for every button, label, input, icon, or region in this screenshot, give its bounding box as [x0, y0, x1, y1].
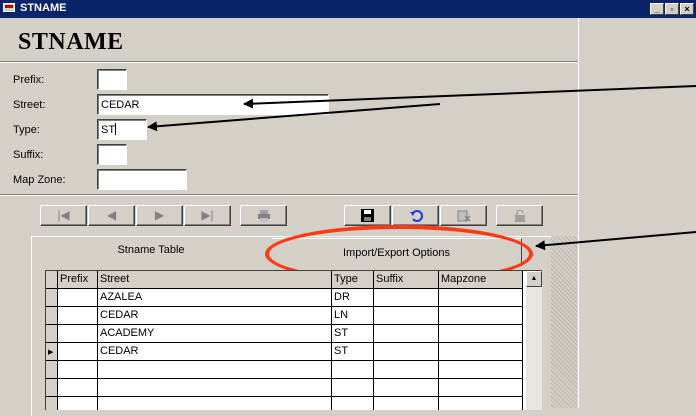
mapzone-label: Map Zone: — [13, 174, 66, 186]
column-header-suffix: Suffix — [374, 271, 439, 289]
table-cell[interactable] — [58, 379, 98, 397]
suffix-field[interactable] — [97, 144, 127, 165]
current-row-icon: ▶ — [48, 349, 54, 356]
table-cell[interactable] — [98, 397, 332, 410]
undo-icon — [409, 209, 423, 222]
lock-button[interactable] — [496, 205, 543, 226]
table-cell[interactable]: CEDAR — [98, 343, 332, 361]
table-cell[interactable]: ACADEMY — [98, 325, 332, 343]
table-cell[interactable] — [332, 397, 374, 410]
type-field[interactable]: ST — [97, 119, 147, 140]
table-cell[interactable] — [98, 379, 332, 397]
street-label: Street: — [13, 99, 46, 111]
table-cell[interactable] — [374, 307, 439, 325]
row-indicator[interactable] — [46, 289, 58, 307]
table-cell[interactable] — [58, 289, 98, 307]
app-icon — [3, 3, 15, 12]
table-cell[interactable] — [58, 307, 98, 325]
table-cell[interactable]: CEDAR — [98, 307, 332, 325]
table-cell[interactable]: AZALEA — [98, 289, 332, 307]
save-button[interactable] — [344, 205, 391, 226]
column-header-street: Street — [98, 271, 332, 289]
street-field[interactable]: CEDAR — [97, 94, 329, 115]
table-cell[interactable] — [374, 289, 439, 307]
table-cell[interactable] — [58, 343, 98, 361]
type-value: ST — [101, 124, 116, 136]
table-cell[interactable] — [439, 361, 523, 379]
column-header-type: Type — [332, 271, 374, 289]
table-cell[interactable] — [58, 361, 98, 379]
row-indicator[interactable] — [46, 361, 58, 379]
close-button[interactable]: × — [680, 3, 694, 15]
column-header-mapzone: Mapzone — [439, 271, 523, 289]
panel-edge — [578, 18, 579, 408]
table-cell[interactable] — [58, 325, 98, 343]
minimize-button[interactable]: _ — [650, 3, 664, 15]
tab-stname-table[interactable]: Stname Table — [31, 236, 271, 266]
next-record-icon: ▶ — [154, 208, 165, 222]
row-indicator[interactable] — [46, 325, 58, 343]
table-cell[interactable]: LN — [332, 307, 374, 325]
previous-record-button[interactable]: ◀ — [88, 205, 135, 226]
previous-record-icon: ◀ — [106, 208, 117, 222]
divider — [0, 194, 578, 196]
window-title: STNAME — [20, 2, 67, 14]
table-cell[interactable]: ST — [332, 325, 374, 343]
column-header-prefix: Prefix — [58, 271, 98, 289]
prefix-field[interactable] — [97, 69, 127, 90]
table-cell[interactable] — [374, 343, 439, 361]
table-cell[interactable] — [374, 361, 439, 379]
text-cursor — [115, 123, 117, 135]
row-indicator[interactable] — [46, 379, 58, 397]
first-record-button[interactable]: |◀ — [40, 205, 87, 226]
first-record-icon: |◀ — [57, 208, 70, 222]
divider — [0, 61, 578, 63]
delete-icon — [457, 210, 471, 222]
type-label: Type: — [13, 124, 40, 136]
prefix-label: Prefix: — [13, 74, 45, 86]
table-cell[interactable] — [439, 379, 523, 397]
undo-button[interactable] — [392, 205, 439, 226]
table-cell[interactable] — [374, 379, 439, 397]
last-record-button[interactable]: ▶| — [184, 205, 231, 226]
print-icon — [257, 209, 270, 222]
last-record-icon: ▶| — [201, 208, 214, 222]
table-cell[interactable] — [439, 307, 523, 325]
table-cell[interactable]: ST — [332, 343, 374, 361]
hatched-area — [551, 236, 577, 408]
suffix-label: Suffix: — [13, 149, 44, 161]
stname-table-grid[interactable]: Prefix Street Type Suffix Mapzone AZALEA DR CED… — [45, 270, 542, 410]
table-cell[interactable] — [439, 343, 523, 361]
next-record-button[interactable]: ▶ — [136, 205, 183, 226]
table-cell[interactable] — [98, 361, 332, 379]
scroll-up-icon[interactable]: ▲ — [526, 271, 542, 287]
mapzone-field[interactable] — [97, 169, 187, 190]
lock-icon — [514, 209, 525, 222]
table-cell[interactable] — [374, 397, 439, 410]
table-cell[interactable]: DR — [332, 289, 374, 307]
title-bar: STNAME _ ▫ × — [0, 0, 696, 18]
row-indicator[interactable]: ▶ — [46, 343, 58, 361]
table-cell[interactable] — [439, 397, 523, 410]
table-cell[interactable] — [374, 325, 439, 343]
row-indicator[interactable] — [46, 307, 58, 325]
vertical-scrollbar[interactable]: ▲ — [526, 271, 542, 410]
save-icon — [361, 209, 374, 223]
table-cell[interactable] — [332, 379, 374, 397]
table-cell[interactable] — [58, 397, 98, 410]
page-title: STNAME — [18, 29, 124, 55]
row-indicator[interactable] — [46, 397, 58, 410]
restore-button[interactable]: ▫ — [665, 3, 679, 15]
row-indicator-header — [46, 271, 58, 289]
table-cell[interactable] — [439, 325, 523, 343]
table-cell[interactable] — [332, 361, 374, 379]
delete-button[interactable] — [440, 205, 487, 226]
print-button[interactable] — [240, 205, 287, 226]
table-cell[interactable] — [439, 289, 523, 307]
